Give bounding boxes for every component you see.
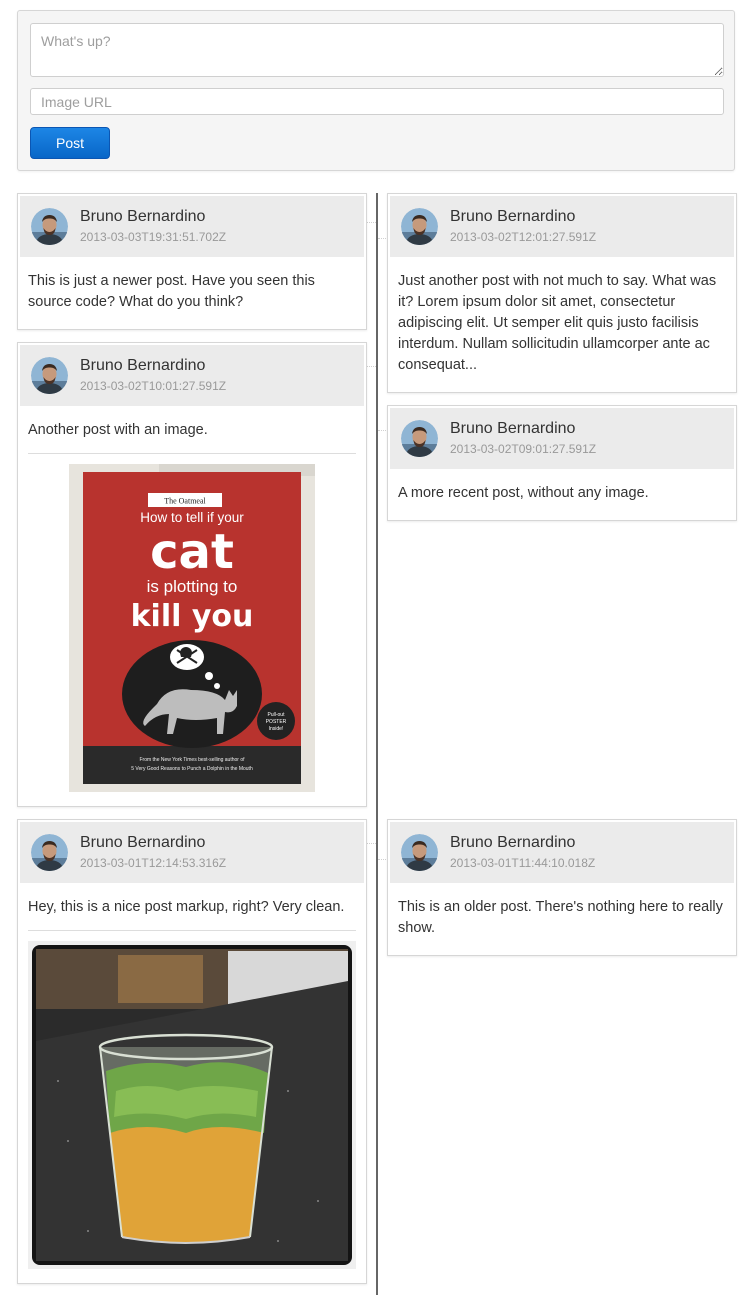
avatar	[401, 834, 438, 871]
post-date: 2013-03-02T12:01:27.591Z	[450, 230, 597, 244]
post-date: 2013-03-02T09:01:27.591Z	[450, 442, 597, 456]
post-image	[28, 941, 356, 1269]
timeline-post: Bruno Bernardino 2013-03-01T11:44:10.018…	[387, 819, 737, 956]
post-author: Bruno Bernardino	[450, 420, 576, 437]
timeline-line	[376, 193, 378, 1295]
book-title-line4: kill you	[131, 599, 254, 634]
timeline-post: Bruno Bernardino 2013-03-03T19:31:51.702…	[17, 193, 367, 330]
book-footer-line1: From the New York Times best-selling aut…	[139, 757, 245, 763]
post-author: Bruno Bernardino	[80, 208, 206, 225]
image-url-input[interactable]	[30, 88, 724, 115]
status-input[interactable]	[30, 23, 724, 77]
post-author: Bruno Bernardino	[80, 834, 206, 851]
post-text: Just another post with not much to say. …	[398, 273, 717, 373]
timeline-post: Bruno Bernardino 2013-03-02T12:01:27.591…	[387, 193, 737, 393]
post-text: Hey, this is a nice post markup, right? …	[28, 899, 345, 915]
post-author: Bruno Bernardino	[450, 834, 576, 851]
post-header: Bruno Bernardino 2013-03-01T11:44:10.018…	[390, 822, 734, 883]
post-header: Bruno Bernardino 2013-03-01T12:14:53.316…	[20, 822, 364, 883]
book-title-line3: is plotting to	[147, 577, 238, 596]
post-text: This is just a newer post. Have you seen…	[28, 273, 315, 310]
svg-text:Pull-out: Pull-out	[268, 712, 286, 718]
book-brand: The Oatmeal	[164, 497, 206, 506]
svg-text:Inside!: Inside!	[269, 726, 284, 732]
post-header: Bruno Bernardino 2013-03-03T19:31:51.702…	[20, 196, 364, 257]
svg-text:POSTER: POSTER	[266, 719, 287, 725]
post-date: 2013-03-03T19:31:51.702Z	[80, 230, 227, 244]
timeline-post: Bruno Bernardino 2013-03-02T10:01:27.591…	[17, 342, 367, 807]
post-author: Bruno Bernardino	[80, 357, 206, 374]
post-header: Bruno Bernardino 2013-03-02T10:01:27.591…	[20, 345, 364, 406]
avatar	[401, 420, 438, 457]
avatar	[401, 208, 438, 245]
post-divider	[28, 453, 356, 454]
post-image: The Oatmeal How to tell if your cat is p…	[69, 464, 315, 792]
post-header: Bruno Bernardino 2013-03-02T12:01:27.591…	[390, 196, 734, 257]
book-title-line1: How to tell if your	[140, 510, 244, 525]
post-text: A more recent post, without any image.	[398, 485, 649, 501]
avatar	[31, 208, 68, 245]
post-date: 2013-03-01T12:14:53.316Z	[80, 856, 227, 870]
timeline-post: Bruno Bernardino 2013-03-01T12:14:53.316…	[17, 819, 367, 1284]
post-divider	[28, 930, 356, 931]
book-footer-line2: 5 Very Good Reasons to Punch a Dolphin i…	[131, 766, 253, 772]
post-text: This is an older post. There's nothing h…	[398, 899, 723, 936]
post-text: Another post with an image.	[28, 422, 208, 438]
avatar	[31, 834, 68, 871]
post-author: Bruno Bernardino	[450, 208, 576, 225]
timeline-connector	[366, 843, 376, 844]
post-button[interactable]: Post	[30, 127, 110, 159]
avatar	[31, 357, 68, 394]
post-composer: Post	[17, 10, 735, 171]
post-date: 2013-03-02T10:01:27.591Z	[80, 379, 227, 393]
book-title-line2: cat	[150, 524, 234, 580]
timeline-post: Bruno Bernardino 2013-03-02T09:01:27.591…	[387, 405, 737, 521]
post-header: Bruno Bernardino 2013-03-02T09:01:27.591…	[390, 408, 734, 469]
post-date: 2013-03-01T11:44:10.018Z	[450, 856, 596, 870]
timeline-connector	[366, 222, 376, 223]
timeline-connector	[366, 366, 376, 367]
